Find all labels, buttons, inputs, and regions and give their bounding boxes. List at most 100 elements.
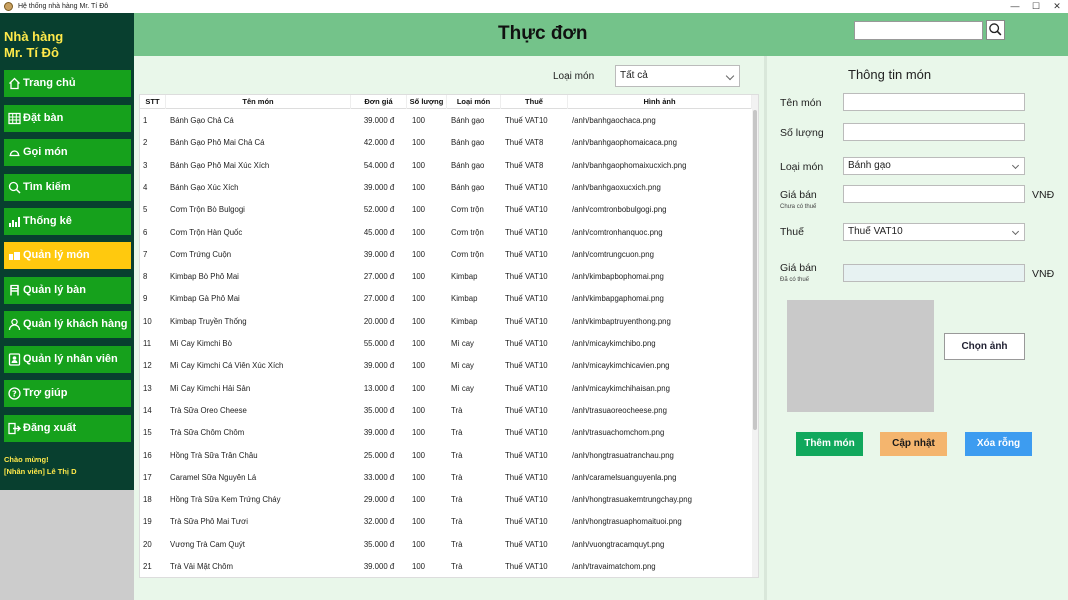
cell-image-path: /anh/travaimatchom.png [572,562,656,571]
nav-help[interactable]: ? Trợ giúp [4,380,131,407]
nav-search[interactable]: Tìm kiếm [4,174,131,201]
brand-line-1: Nhà hàng [4,29,64,44]
scrollbar-thumb[interactable] [753,110,757,430]
table-row[interactable]: 4 Bánh Gạo Xúc Xích 39.000 đ 100 Bánh gạo Thu… [140,177,752,199]
cell-stt: 12 [143,361,152,371]
table-row[interactable]: 15 Trà Sữa Chôm Chôm 39.000 đ 100 Trà Thuế VA… [140,422,752,444]
price-currency: VNĐ [1032,189,1055,201]
col-header-category[interactable]: Loại món [447,95,501,109]
menu-table: STT Tên món Đơn giá Số lượng Loại món Th… [139,94,759,578]
table-row[interactable]: 10 Kimbap Truyền Thống 20.000 đ 100 Kimbap Th… [140,311,752,333]
cell-category: Kimbap [451,316,478,326]
add-dish-button[interactable]: Thêm món [796,432,863,456]
cell-category: Bánh gạo [451,182,485,192]
tax-label: Thuế [780,226,804,238]
cell-quantity: 100 [412,517,426,527]
nav-statistics[interactable]: Thống kê [4,208,131,235]
cell-image-path: /anh/caramelsuanguyenla.png [572,472,677,482]
nav-customer-management[interactable]: Quản lý khách hàng [4,311,131,338]
table-row[interactable]: 13 Mì Cay Kimchi Hải Sản 13.000 đ 100 Mì cay… [140,378,752,400]
cell-price: 39.000 đ [363,428,395,438]
help-icon: ? [8,387,21,400]
nav-staff-management[interactable]: Quản lý nhân viên [4,346,131,373]
category-filter-select[interactable]: Tất cả [615,65,740,87]
cell-dish-name: Bánh Gạo Xúc Xích [170,182,239,192]
cell-image-path: /anh/banhgaophomaicaca.png [572,138,677,148]
col-header-tax[interactable]: Thuế [501,95,568,109]
cell-dish-name: Caramel Sữa Nguyên Lá [170,472,257,482]
nav-logout[interactable]: Đăng xuất [4,415,131,442]
col-header-name[interactable]: Tên món [166,95,351,109]
cell-stt: 5 [143,205,148,215]
cell-dish-name: Bánh Gạo Phô Mai Chả Cá [170,138,265,148]
table-row[interactable]: 2 Bánh Gạo Phô Mai Chả Cá 42.000 đ 100 Bánh … [140,132,752,154]
clear-form-button[interactable]: Xóa rỗng [965,432,1032,456]
cell-dish-name: Mì Cay Kimchi Cá Viên Xúc Xích [170,361,284,371]
nav-booking[interactable]: Đặt bàn [4,105,131,132]
table-row[interactable]: 5 Cơm Trộn Bò Bulgogi 52.000 đ 100 Cơm trộn T… [140,199,752,221]
table-row[interactable]: 21 Trà Vải Mật Chôm 39.000 đ 100 Trà Thuế VAT… [140,556,752,577]
nav-menu-management[interactable]: Quản lý món [4,242,131,269]
cell-quantity: 100 [412,450,426,460]
cell-price: 39.000 đ [363,361,395,371]
chevron-down-icon [1011,161,1020,170]
cell-category: Trà [451,472,463,482]
category-label: Loại món [780,161,824,173]
cell-price: 32.000 đ [363,517,395,527]
tax-select[interactable]: Thuế VAT10 [843,223,1025,241]
cell-tax: Thuế VAT10 [505,182,548,192]
table-row[interactable]: 19 Trà Sữa Phô Mai Tươi 32.000 đ 100 Trà Thuế… [140,511,752,533]
nav-label: Quản lý bàn [23,284,86,296]
col-header-image[interactable]: Hình ảnh [568,95,752,109]
table-row[interactable]: 14 Trà Sữa Oreo Cheese 35.000 đ 100 Trà Thuế … [140,400,752,422]
cell-tax: Thuế VAT8 [505,138,544,148]
table-row[interactable]: 3 Bánh Gạo Phô Mai Xúc Xích 54.000 đ 100 Bán… [140,155,752,177]
cell-tax: Thuế VAT10 [505,116,548,125]
page-header: Thực đơn [134,13,1068,56]
user-greeting: Chào mừng! [Nhân viên] Lê Thị D [4,454,77,478]
table-row[interactable]: 11 Mì Cay Kimchi Bò 55.000 đ 100 Mì cay Thuế … [140,333,752,355]
quantity-input[interactable] [843,123,1025,141]
price-input[interactable] [843,185,1025,203]
table-row[interactable]: 9 Kimbap Gà Phô Mai 27.000 đ 100 Kimbap Thuế … [140,288,752,310]
table-row[interactable]: 7 Cơm Trứng Cuộn 39.000 đ 100 Cơm trộn Thuế V… [140,244,752,266]
table-row[interactable]: 20 Vương Trà Cam Quýt 35.000 đ 100 Trà Thuế V… [140,534,752,556]
nav-order[interactable]: Gọi món [4,139,131,166]
table-row[interactable]: 8 Kimbap Bò Phô Mai 27.000 đ 100 Kimbap Thuế … [140,266,752,288]
cell-category: Trà [451,495,463,505]
table-row[interactable]: 1 Bánh Gạo Chả Cá 39.000 đ 100 Bánh gạo Thuế … [140,110,752,132]
cell-category: Bánh gạo [451,138,485,148]
minimize-button[interactable]: — [1006,0,1024,13]
dish-name-label: Tên món [780,97,822,109]
maximize-button[interactable]: ☐ [1027,0,1045,13]
cell-dish-name: Kimbap Bò Phô Mai [170,272,239,282]
choose-image-button[interactable]: Chọn ảnh [944,333,1025,360]
category-select[interactable]: Bánh gạo [843,157,1025,175]
cell-category: Mì cay [451,383,474,393]
table-row[interactable]: 17 Caramel Sữa Nguyên Lá 33.000 đ 100 Trà Thu… [140,467,752,489]
update-dish-button[interactable]: Cập nhật [880,432,947,456]
table-row[interactable]: 6 Cơm Trộn Hàn Quốc 45.000 đ 100 Cơm trộn Thu… [140,222,752,244]
col-header-stt[interactable]: STT [140,95,166,109]
search-button[interactable] [986,20,1005,40]
search-input[interactable] [854,21,983,40]
nav-home[interactable]: Trang chủ [4,70,131,97]
dish-name-input[interactable] [843,93,1025,111]
cell-price: 55.000 đ [363,339,395,348]
close-button[interactable]: ✕ [1048,0,1066,13]
table-row[interactable]: 12 Mì Cay Kimchi Cá Viên Xúc Xích 39.000 đ… [140,355,752,377]
col-header-price[interactable]: Đơn giá [351,95,407,109]
table-row[interactable]: 18 Hồng Trà Sữa Kem Trứng Cháy 29.000 đ 100… [140,489,752,511]
nav-table-management[interactable]: Quản lý bàn [4,277,131,304]
col-header-quantity[interactable]: Số lượng [407,95,447,109]
cell-stt: 8 [143,272,148,282]
table-scrollbar[interactable] [752,95,758,577]
price-label: Giá bán [780,189,817,201]
cell-category: Kimbap [451,294,478,304]
cell-price: 45.000 đ [363,227,395,237]
cell-dish-name: Vương Trà Cam Quýt [170,539,245,549]
cell-dish-name: Bánh Gạo Phô Mai Xúc Xích [170,160,270,170]
nav-label: Đăng xuất [23,422,77,434]
table-row[interactable]: 16 Hồng Trà Sữa Trân Châu 25.000 đ 100 Trà Th… [140,445,752,467]
cell-category: Trà [451,428,463,438]
